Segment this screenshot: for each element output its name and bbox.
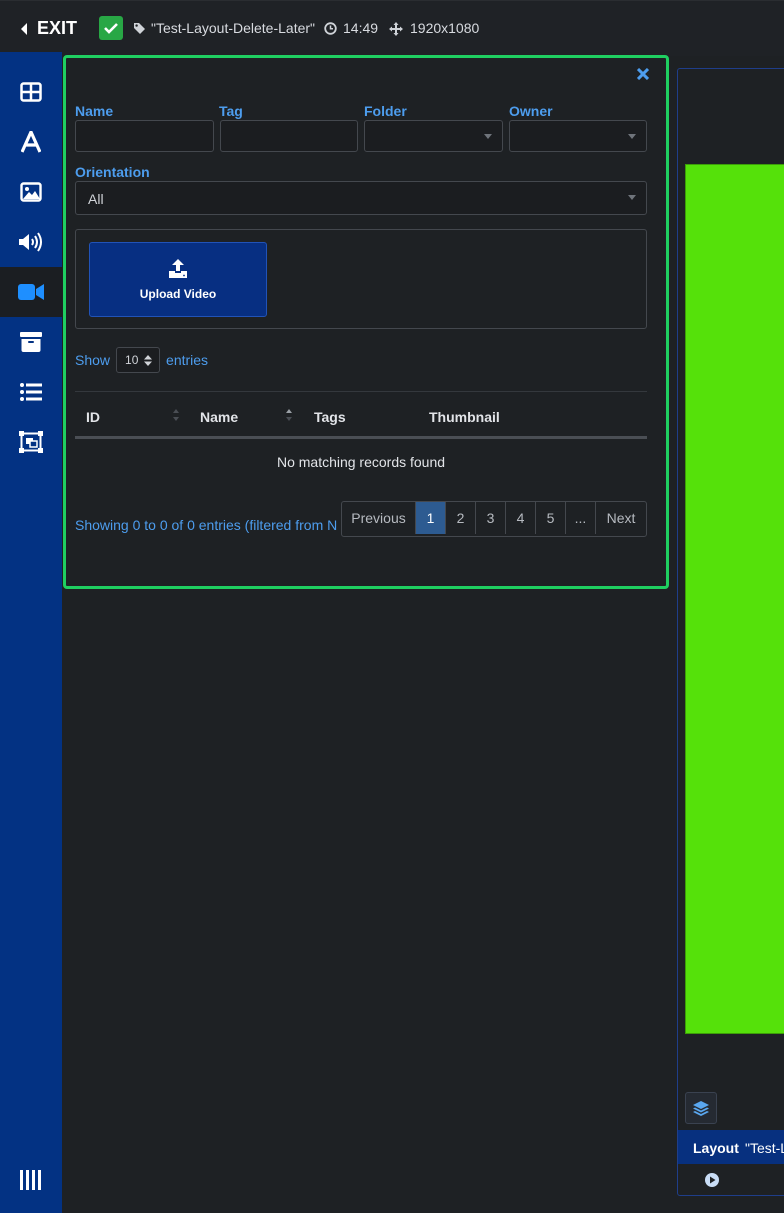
orientation-select[interactable]: All — [75, 181, 647, 215]
pagination-page-2[interactable]: 2 — [446, 502, 476, 534]
table-header-border — [75, 436, 647, 439]
name-label: Name — [75, 103, 114, 119]
image-icon — [20, 182, 42, 202]
sort-asc-icon — [286, 409, 292, 421]
pagination-next[interactable]: Next — [596, 502, 646, 534]
close-button[interactable] — [634, 65, 652, 83]
chevron-down-icon — [484, 134, 492, 139]
upload-icon — [169, 258, 187, 278]
sidebar — [0, 52, 62, 1213]
layers-icon — [693, 1100, 709, 1116]
column-header-id[interactable]: ID — [86, 409, 100, 425]
pagination-page-1[interactable]: 1 — [416, 502, 446, 534]
folder-select[interactable] — [364, 120, 503, 152]
orientation-value: All — [88, 191, 104, 207]
tag-icon — [134, 23, 145, 34]
layout-name: "Test-Layout-Delete-Later" — [151, 20, 316, 36]
layers-button[interactable] — [685, 1092, 717, 1124]
pagination-page-4[interactable]: 4 — [506, 502, 536, 534]
archive-icon — [20, 332, 42, 352]
library-icon — [20, 1170, 41, 1190]
audio-icon — [19, 232, 42, 252]
exit-label: EXIT — [37, 18, 78, 38]
layout-bar-name: "Test-L — [745, 1140, 784, 1156]
pagination-page-3[interactable]: 3 — [476, 502, 506, 534]
layout-info-bar: Layout "Test-L — [678, 1130, 784, 1164]
status-check-icon[interactable] — [99, 16, 123, 40]
sidebar-item-archive[interactable] — [0, 317, 62, 367]
page-length-select[interactable]: 10 — [116, 347, 161, 373]
sidebar-item-videos[interactable] — [0, 267, 62, 317]
top-toolbar: EXIT "Test-Layout-Delete-Later" 14:49 19… — [0, 0, 784, 56]
play-icon[interactable] — [704, 1172, 720, 1188]
column-header-name[interactable]: Name — [200, 409, 238, 425]
pagination-previous[interactable]: Previous — [342, 502, 416, 534]
region-icon — [19, 431, 43, 453]
column-header-thumbnail[interactable]: Thumbnail — [429, 409, 500, 425]
video-library-panel: Name Tag Folder Owner Orientation All Up… — [63, 55, 669, 589]
show-label: Show — [75, 352, 111, 368]
exit-button[interactable]: EXIT — [20, 18, 77, 39]
sidebar-item-audio[interactable] — [0, 217, 62, 267]
close-icon — [637, 68, 649, 80]
column-header-tags[interactable]: Tags — [314, 409, 346, 425]
table-top-border — [75, 391, 647, 392]
chevron-down-icon — [628, 195, 636, 200]
sort-icon — [173, 409, 179, 421]
entries-label: entries — [166, 352, 209, 368]
layout-duration: 14:49 — [343, 20, 379, 36]
upload-area: Upload Video — [75, 229, 647, 329]
sidebar-library-button[interactable] — [0, 1155, 62, 1205]
empty-table-message: No matching records found — [276, 454, 446, 470]
layout-resolution: 1920x1080 — [410, 20, 480, 36]
table-info: Showing 0 to 0 of 0 entries (filtered fr… — [75, 517, 338, 533]
tag-filter-input[interactable] — [220, 120, 358, 152]
pagination-page-5[interactable]: 5 — [536, 502, 566, 534]
layout-canvas-region[interactable] — [685, 164, 784, 1034]
orientation-label: Orientation — [75, 164, 150, 180]
move-icon — [389, 22, 403, 36]
name-filter-input[interactable] — [75, 120, 214, 152]
tag-label: Tag — [219, 103, 243, 119]
chevron-down-icon — [628, 134, 636, 139]
upload-video-button[interactable]: Upload Video — [89, 242, 267, 317]
sidebar-item-playlists[interactable] — [0, 367, 62, 417]
page-length-value: 10 — [125, 353, 139, 367]
owner-select[interactable] — [509, 120, 647, 152]
sidebar-item-images[interactable] — [0, 167, 62, 217]
pagination-ellipsis: ... — [566, 502, 596, 534]
chevron-left-icon — [21, 22, 27, 35]
sort-spinner-icon — [144, 354, 153, 366]
sidebar-item-layouts[interactable] — [0, 67, 62, 117]
page-length-control: Show 10 entries — [75, 347, 208, 373]
clock-icon — [324, 22, 337, 35]
upload-video-label: Upload Video — [139, 286, 217, 301]
owner-label: Owner — [509, 103, 553, 119]
sidebar-item-regions[interactable] — [0, 417, 62, 467]
sidebar-item-text[interactable] — [0, 117, 62, 167]
video-icon — [18, 284, 44, 300]
layout-grid-icon — [20, 82, 42, 102]
pagination: Previous 1 2 3 4 5 ... Next — [341, 501, 647, 537]
text-icon — [21, 131, 41, 153]
folder-label: Folder — [364, 103, 407, 119]
list-icon — [20, 383, 42, 401]
layout-bar-label: Layout — [693, 1140, 739, 1156]
